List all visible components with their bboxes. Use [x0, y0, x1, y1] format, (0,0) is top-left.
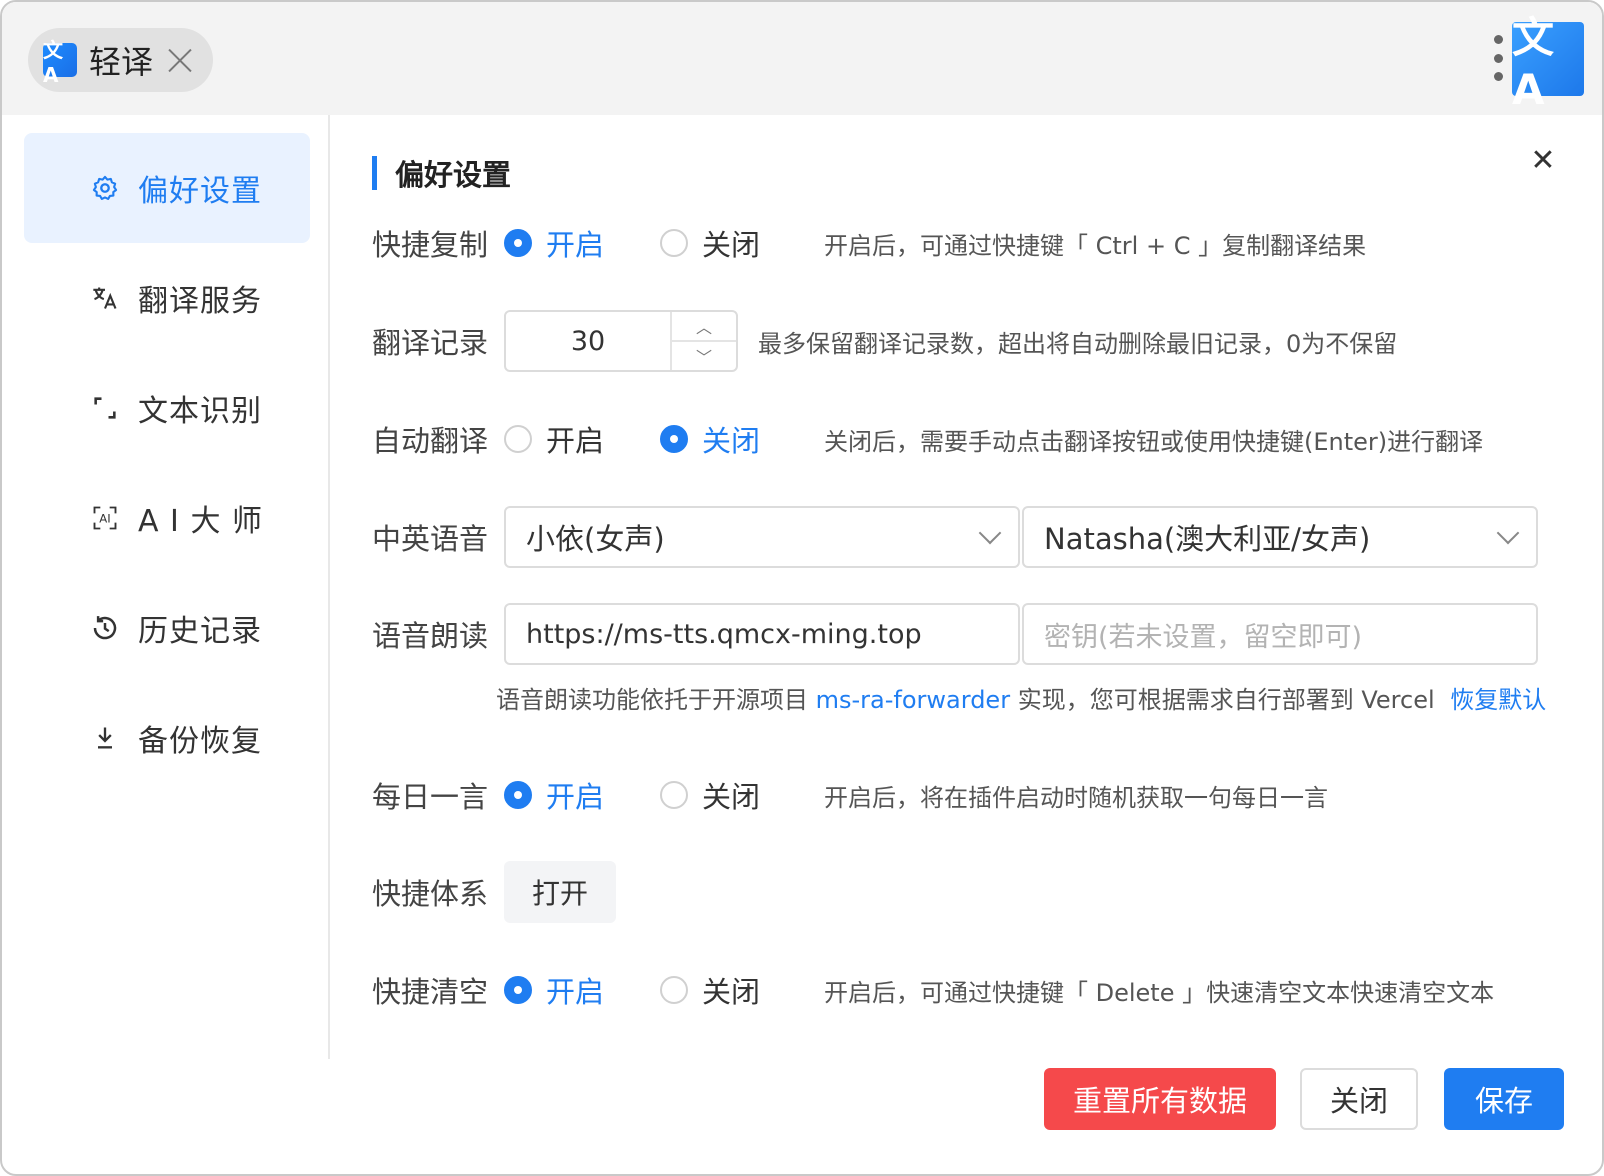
radio-auto-translate-off[interactable]: 关闭	[660, 418, 816, 460]
section-header: 偏好设置	[372, 152, 511, 194]
gear-icon	[90, 173, 120, 203]
svg-text:AI: AI	[99, 512, 110, 526]
row-tts: 语音朗读 https://ms-tts.qmcx-ming.top 密钥(若未设…	[372, 602, 1538, 666]
sidebar-item-history[interactable]: 历史记录	[24, 573, 310, 683]
ai-icon: AI	[90, 503, 120, 533]
sidebar-item-label: 历史记录	[138, 614, 262, 649]
sidebar-item-label: 备份恢复	[138, 724, 262, 759]
sidebar-item-label: 偏好设置	[138, 174, 262, 209]
accent-bar	[372, 156, 377, 190]
note-text: 实现，您可根据需求自行部署到 Vercel	[1017, 686, 1435, 714]
radio-quick-clear-off[interactable]: 关闭	[660, 969, 816, 1011]
row-label: 翻译记录	[372, 326, 489, 360]
row-label: 中英语音	[372, 522, 489, 556]
ms-ra-forwarder-link[interactable]: ms-ra-forwarder	[816, 686, 1010, 714]
app-tab[interactable]: 文A 轻译	[28, 28, 213, 92]
hint-text: 开启后，将在插件启动时随机获取一句每日一言	[824, 783, 1328, 812]
select-value: Natasha(澳大利亚/女声)	[1044, 522, 1371, 556]
sidebar-item-label: A I 大 师	[138, 504, 263, 539]
row-label: 自动翻译	[372, 424, 489, 458]
more-menu-icon[interactable]	[1492, 35, 1504, 81]
increment-icon[interactable]: ︿	[672, 312, 736, 342]
close-tab-icon[interactable]	[167, 47, 193, 73]
sidebar: 偏好设置 翻译服务 文本识别 AI A I 大 师 历史记录 备份恢复	[2, 115, 330, 1059]
stepper-value[interactable]: 30	[506, 312, 672, 370]
sidebar-item-translation-service[interactable]: 翻译服务	[24, 243, 310, 353]
en-voice-select[interactable]: Natasha(澳大利亚/女声)	[1022, 506, 1538, 568]
hint-text: 最多保留翻译记录数，超出将自动删除最旧记录，0为不保留	[758, 329, 1398, 358]
decrement-icon[interactable]: ﹀	[672, 342, 736, 370]
row-shortcut-system: 快捷体系 打开	[372, 860, 616, 924]
radio-quick-copy-off[interactable]: 关闭	[660, 222, 816, 264]
hint-text: 关闭后，需要手动点击翻译按钮或使用快捷键(Enter)进行翻译	[824, 427, 1484, 456]
row-label: 每日一言	[372, 780, 489, 814]
hint-text: 开启后，可通过快捷键「 Ctrl + C 」复制翻译结果	[824, 231, 1367, 260]
row-label: 语音朗读	[372, 619, 489, 653]
sidebar-item-backup[interactable]: 备份恢复	[24, 683, 310, 793]
chevron-down-icon	[978, 521, 1002, 545]
radio-quick-copy-on[interactable]: 开启	[504, 222, 660, 264]
select-value: 小依(女声)	[526, 522, 665, 556]
translate-icon	[90, 283, 120, 313]
radio-auto-translate-on[interactable]: 开启	[504, 418, 660, 460]
sidebar-item-text-recognition[interactable]: 文本识别	[24, 353, 310, 463]
translate-logo-icon: 文A	[43, 38, 77, 87]
settings-window: 文A 轻译 文A 偏好设置 翻译服务 文本识别 AI A I 大 师 历史记录 …	[0, 0, 1604, 1176]
settings-panel: 偏好设置 ✕ 快捷复制 开启 关闭 开启后，可通过快捷键「 Ctrl + C 」…	[332, 115, 1602, 1174]
row-quick-clear: 快捷清空 开启 关闭 开启后，可通过快捷键「 Delete 」快速清空文本快速清…	[372, 958, 1494, 1022]
chevron-down-icon	[1496, 521, 1520, 545]
download-icon	[90, 723, 120, 753]
close-button[interactable]: 关闭	[1300, 1068, 1418, 1130]
hint-text: 开启后，可通过快捷键「 Delete 」快速清空文本快速清空文本	[824, 978, 1495, 1007]
radio-daily-quote-on[interactable]: 开启	[504, 774, 660, 816]
page-title: 偏好设置	[395, 158, 512, 192]
tts-url-input[interactable]: https://ms-tts.qmcx-ming.top	[504, 603, 1020, 665]
row-quick-copy: 快捷复制 开启 关闭 开启后，可通过快捷键「 Ctrl + C 」复制翻译结果	[372, 211, 1366, 275]
row-daily-quote: 每日一言 开启 关闭 开启后，将在插件启动时随机获取一句每日一言	[372, 763, 1328, 827]
row-label: 快捷体系	[372, 877, 489, 911]
app-name: 轻译	[89, 43, 154, 81]
history-count-stepper[interactable]: 30 ︿ ﹀	[504, 310, 738, 372]
reset-all-button[interactable]: 重置所有数据	[1044, 1068, 1276, 1130]
note-text: 语音朗读功能依托于开源项目	[496, 686, 808, 714]
close-icon[interactable]: ✕	[1528, 143, 1558, 178]
save-button[interactable]: 保存	[1444, 1068, 1564, 1130]
tts-note: 语音朗读功能依托于开源项目 ms-ra-forwarder 实现，您可根据需求自…	[496, 680, 1546, 715]
row-label: 快捷复制	[372, 228, 489, 262]
restore-default-link[interactable]: 恢复默认	[1450, 686, 1546, 714]
radio-daily-quote-off[interactable]: 关闭	[660, 774, 816, 816]
radio-quick-clear-on[interactable]: 开启	[504, 969, 660, 1011]
row-voice: 中英语音 小依(女声) Natasha(澳大利亚/女声)	[372, 505, 1538, 569]
scan-icon	[90, 393, 120, 423]
zh-voice-select[interactable]: 小依(女声)	[504, 506, 1020, 568]
title-bar: 文A 轻译 文A	[2, 2, 1602, 115]
open-shortcuts-button[interactable]: 打开	[504, 861, 616, 923]
sidebar-item-preferences[interactable]: 偏好设置	[24, 133, 310, 243]
sidebar-item-label: 文本识别	[138, 394, 262, 429]
history-icon	[90, 613, 120, 643]
tts-key-input[interactable]: 密钥(若未设置，留空即可)	[1022, 603, 1538, 665]
row-history-count: 翻译记录 30 ︿ ﹀ 最多保留翻译记录数，超出将自动删除最旧记录，0为不保留	[372, 309, 1397, 373]
sidebar-item-label: 翻译服务	[138, 284, 262, 319]
row-auto-translate: 自动翻译 开启 关闭 关闭后，需要手动点击翻译按钮或使用快捷键(Enter)进行…	[372, 407, 1483, 471]
app-logo-icon: 文A	[1512, 13, 1584, 114]
sidebar-item-ai-master[interactable]: AI A I 大 师	[24, 463, 310, 573]
row-label: 快捷清空	[372, 975, 489, 1009]
